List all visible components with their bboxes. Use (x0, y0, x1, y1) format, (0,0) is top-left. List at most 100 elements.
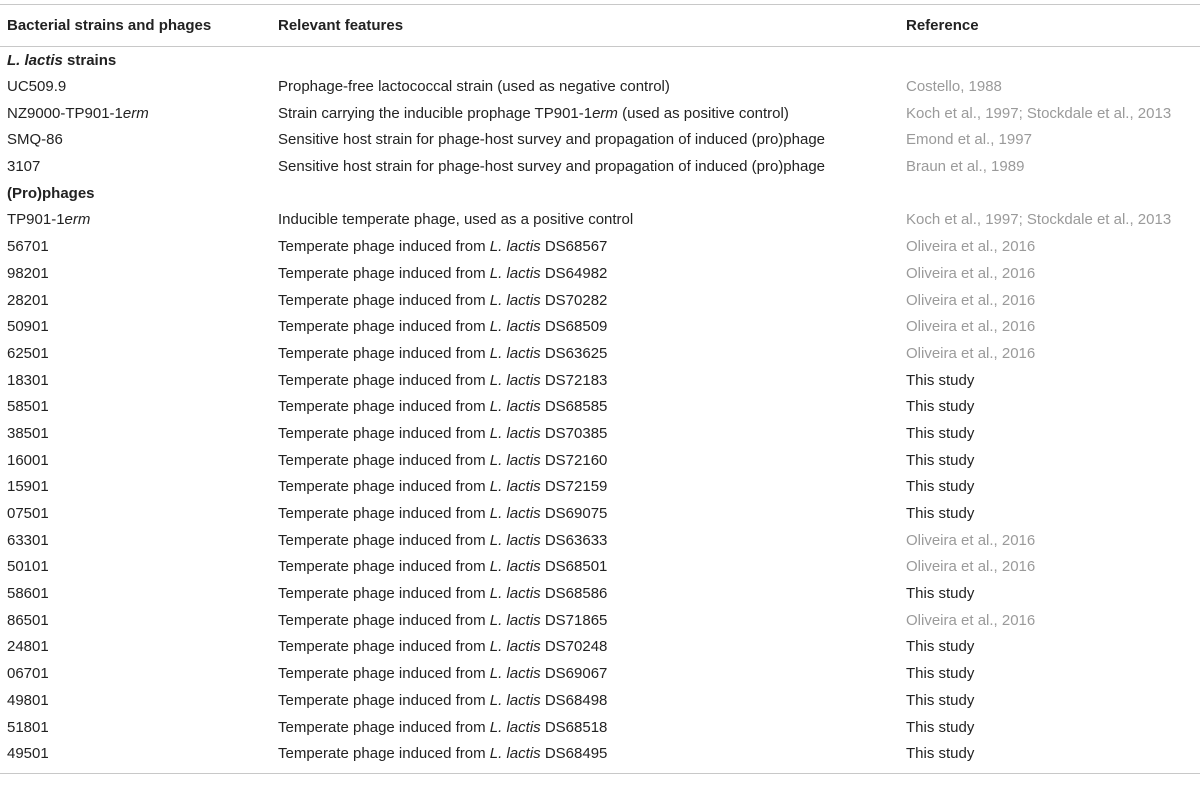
host-strain-id: DS72160 (544, 451, 608, 469)
reference-link[interactable]: Oliveira et al., 2016 (906, 527, 1200, 554)
relevant-feature: Strain carrying the inducible prophage T… (278, 100, 906, 127)
reference-link[interactable]: Oliveira et al., 2016 (906, 340, 1200, 367)
name-text: 49801 (7, 691, 49, 709)
relevant-feature: Temperate phage induced from L. lactis D… (278, 500, 906, 527)
species-name: L. lactis (489, 451, 541, 469)
feature-text: Sensitive host strain for phage-host sur… (278, 158, 826, 176)
species-name: L. lactis (489, 558, 541, 576)
reference-text: This study (906, 424, 975, 442)
host-strain-id: DS69067 (544, 665, 608, 683)
species-name: L. lactis (489, 718, 541, 736)
reference-text: This study (906, 505, 975, 523)
host-strain-id: DS63633 (544, 531, 608, 549)
strains-phages-table-container: Bacterial strains and phages Relevant fe… (0, 0, 1200, 775)
name-italic-suffix: erm (64, 211, 91, 229)
reference-link[interactable]: Braun et al., 1989 (906, 153, 1200, 180)
species-name: L. lactis (489, 264, 541, 282)
strain-phage-name: 58501 (0, 393, 278, 420)
reference-link[interactable]: Oliveira et al., 2016 (906, 554, 1200, 581)
name-text: SMQ-86 (7, 131, 63, 149)
relevant-feature: Temperate phage induced from L. lactis D… (278, 340, 906, 367)
feature-prefix: Temperate phage induced from (278, 291, 490, 309)
table-row: 98201 Temperate phage induced from L. lac… (0, 260, 1200, 287)
table-row: 63301 Temperate phage induced from L. lac… (0, 527, 1200, 554)
feature-text-post: (used as positive control) (617, 104, 789, 122)
name-text: 50101 (7, 558, 49, 576)
species-name: L. lactis (489, 665, 541, 683)
reference-link[interactable]: Emond et al., 1997 (906, 127, 1200, 154)
table-row: 15901 Temperate phage induced from L. lac… (0, 474, 1200, 501)
species-name: L. lactis (489, 611, 541, 629)
name-text: 98201 (7, 264, 49, 282)
species-name: L. lactis (489, 291, 541, 309)
feature-text-italic: erm (592, 104, 618, 122)
reference-text: This study (906, 665, 975, 683)
reference-link[interactable]: Oliveira et al., 2016 (906, 260, 1200, 287)
reference-text: This study (906, 718, 975, 736)
reference-link[interactable]: Koch et al., 1997; Stockdale et al., 201… (906, 100, 1200, 127)
feature-prefix: Temperate phage induced from (278, 638, 490, 656)
strain-phage-name: 58601 (0, 580, 278, 607)
host-strain-id: DS63625 (544, 344, 608, 362)
reference-link[interactable]: Oliveira et al., 2016 (906, 313, 1200, 340)
relevant-feature: Temperate phage induced from L. lactis D… (278, 313, 906, 340)
feature-prefix: Temperate phage induced from (278, 585, 490, 603)
feature-text: Inducible temperate phage, used as a pos… (278, 211, 634, 229)
host-strain-id: DS68518 (544, 718, 608, 736)
header-relevant-features: Relevant features (278, 17, 404, 34)
species-name: L. lactis (489, 638, 541, 656)
reference-link[interactable]: Costello, 1988 (906, 73, 1200, 100)
reference-link[interactable]: Oliveira et al., 2016 (906, 233, 1200, 260)
host-strain-id: DS68509 (544, 318, 608, 336)
feature-text-pre: Strain carrying the inducible prophage T… (278, 104, 593, 122)
strain-phage-name: 62501 (0, 340, 278, 367)
reference-text: This study (906, 398, 975, 416)
feature-prefix: Temperate phage induced from (278, 318, 490, 336)
name-text: 50901 (7, 318, 49, 336)
reference-link[interactable]: Oliveira et al., 2016 (906, 607, 1200, 634)
table-row: 50901 Temperate phage induced from L. lac… (0, 313, 1200, 340)
relevant-feature: Temperate phage induced from L. lactis D… (278, 740, 906, 767)
feature-prefix: Temperate phage induced from (278, 531, 490, 549)
species-name: L. lactis (489, 318, 541, 336)
feature-prefix: Temperate phage induced from (278, 238, 490, 256)
strain-phage-name: 50101 (0, 554, 278, 581)
strain-phage-name: 63301 (0, 527, 278, 554)
table-row: 24801 Temperate phage induced from L. lac… (0, 634, 1200, 661)
reference-text: This study (906, 371, 975, 389)
reference-link[interactable]: Oliveira et al., 2016 (906, 287, 1200, 314)
relevant-feature: Sensitive host strain for phage-host sur… (278, 127, 906, 154)
table-row: 56701 Temperate phage induced from L. lac… (0, 233, 1200, 260)
table-row: 49501 Temperate phage induced from L. lac… (0, 740, 1200, 767)
name-text: 38501 (7, 424, 49, 442)
relevant-feature: Temperate phage induced from L. lactis D… (278, 714, 906, 741)
relevant-feature: Temperate phage induced from L. lactis D… (278, 233, 906, 260)
section-heading-italic: L. lactis (7, 51, 63, 69)
section-heading: (Pro)phages (0, 180, 1200, 207)
strain-phage-name: 50901 (0, 313, 278, 340)
species-name: L. lactis (489, 691, 541, 709)
species-name: L. lactis (489, 238, 541, 256)
table-row: 49801 Temperate phage induced from L. lac… (0, 687, 1200, 714)
host-strain-id: DS70282 (544, 291, 608, 309)
table-row: 3107 Sensitive host strain for phage-host… (0, 153, 1200, 180)
name-text: 15901 (7, 478, 49, 496)
strain-phage-name: 24801 (0, 634, 278, 661)
strain-phage-name: 15901 (0, 474, 278, 501)
table-row: 86501 Temperate phage induced from L. lac… (0, 607, 1200, 634)
relevant-feature: Temperate phage induced from L. lactis D… (278, 474, 906, 501)
species-name: L. lactis (489, 424, 541, 442)
host-strain-id: DS68567 (544, 238, 608, 256)
strain-phage-name: 51801 (0, 714, 278, 741)
reference-link[interactable]: Koch et al., 1997; Stockdale et al., 201… (906, 207, 1200, 234)
reference-text: This study (906, 745, 975, 763)
name-text: NZ9000-TP901-1 (7, 104, 123, 122)
name-text: 49501 (7, 745, 49, 763)
relevant-feature: Temperate phage induced from L. lactis D… (278, 260, 906, 287)
header-row: Bacterial strains and phages Relevant fe… (0, 4, 1200, 47)
table-row: 38501 Temperate phage induced from L. lac… (0, 420, 1200, 447)
name-text: 28201 (7, 291, 49, 309)
name-italic-suffix: erm (122, 104, 149, 122)
host-strain-id: DS70385 (544, 424, 608, 442)
host-strain-id: DS71865 (544, 611, 608, 629)
